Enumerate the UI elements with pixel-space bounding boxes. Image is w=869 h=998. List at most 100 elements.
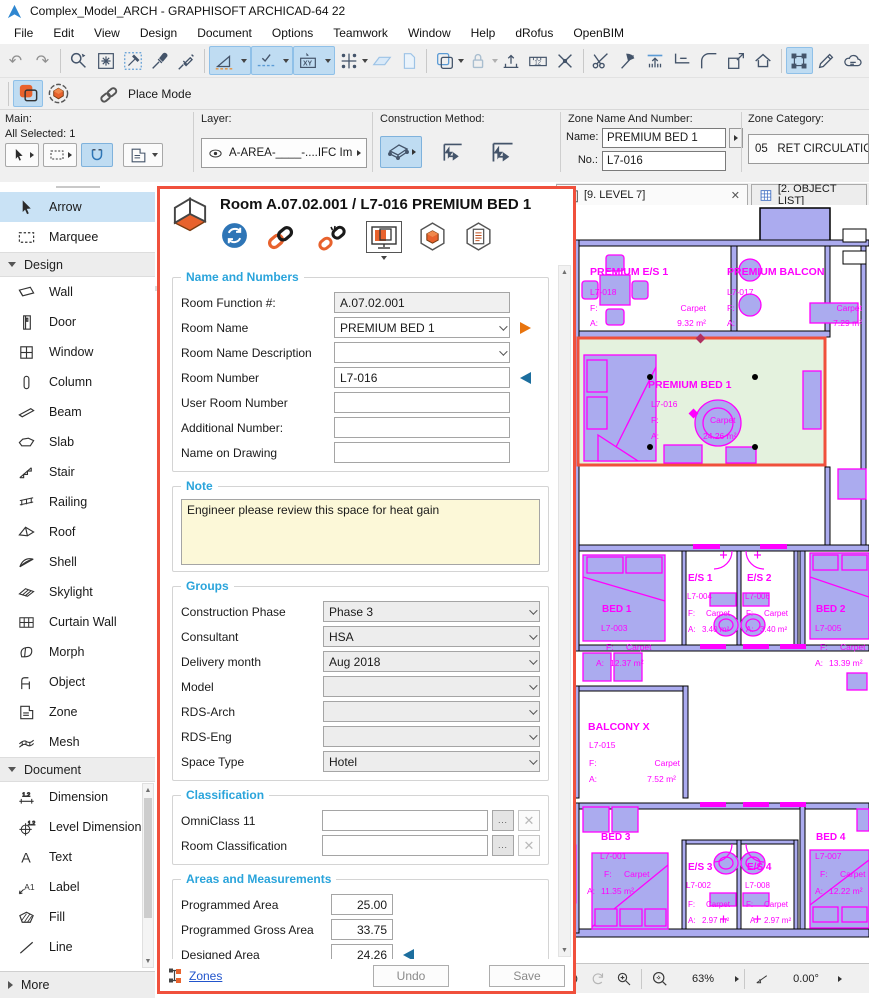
coordinate-input-icon[interactable] [294,47,321,74]
omniclass-clear-button[interactable]: ✕ [518,810,540,831]
tool-arrow[interactable]: Arrow [0,192,155,222]
activate-hotspot-icon[interactable] [92,47,119,74]
delivery-month-select[interactable]: Aug 2018 [323,651,540,672]
tool-beam[interactable]: Beam [0,397,155,427]
rds-eng-select[interactable] [323,726,540,747]
room-classification-clear-button[interactable]: ✕ [518,835,540,856]
zones-link[interactable]: Zones [189,969,222,983]
menu-file[interactable]: File [4,24,43,42]
orientation-button[interactable] [750,968,774,990]
name-on-drawing-input[interactable] [334,442,510,463]
menu-help[interactable]: Help [461,24,506,42]
offset-dropdown[interactable] [458,47,464,74]
drofus-object-mode-button[interactable] [43,80,73,107]
toolbox-grip[interactable] [56,186,100,188]
suspend-groups-icon[interactable] [465,47,492,74]
offset-icon[interactable] [431,47,458,74]
adjust-icon[interactable] [642,47,669,74]
intersect-icon[interactable] [669,47,696,74]
tab-object-list[interactable]: [2. OBJECT LIST] [751,184,867,205]
inject-parameters-icon[interactable] [173,47,200,74]
menu-design[interactable]: Design [130,24,187,42]
tool-fill[interactable]: Fill [0,902,155,932]
tool-label[interactable]: Label [0,872,155,902]
layer-visibility-eye-icon[interactable] [207,146,224,161]
toolbox-section-document[interactable]: Document [0,757,155,782]
zone-number-input[interactable]: L7-016 [602,151,726,171]
space-type-select[interactable]: Hotel [323,751,540,772]
guide-lines-toggle[interactable] [209,46,251,75]
scroll-down-icon[interactable]: ▼ [559,944,570,956]
marquee-tool-settings-button[interactable] [43,143,77,167]
tool-wall[interactable]: Wall [0,277,155,307]
measure-icon[interactable] [525,47,552,74]
teamwork-cloud-icon[interactable] [840,47,867,74]
zone-default-settings-button[interactable] [123,143,163,167]
menu-view[interactable]: View [84,24,130,42]
capture-view-button[interactable] [366,221,402,253]
arrow-tool-settings-button[interactable] [5,143,39,167]
construction-method-solid-button[interactable] [380,136,422,168]
tool-zone[interactable]: Zone [0,697,155,727]
room-name-combobox[interactable]: PREMIUM BED 1 [334,317,510,338]
omniclass-browse-button[interactable]: ... [492,810,514,831]
edit-elements-icon[interactable] [813,47,840,74]
item-hexagon-icon[interactable] [417,221,448,252]
zone-name-input[interactable]: PREMIUM BED 1 [602,128,726,148]
rds-arch-select[interactable] [323,701,540,722]
zone-category-selector[interactable]: 05 RET CIRCULATION [748,134,869,164]
tool-roof[interactable]: Roof [0,517,155,547]
floor-plan-canvas[interactable]: PREMIUM E/S 1 L7-018 F: Carpet A: 9.32 m… [556,205,869,963]
redo-button[interactable]: ↷ [29,47,56,74]
zoom-flyout-icon[interactable] [735,976,739,982]
room-number-input[interactable]: L7-016 [334,367,510,388]
pick-up-parameters-icon[interactable] [146,47,173,74]
editing-plane-icon[interactable] [368,47,395,74]
find-select-icon[interactable] [65,47,92,74]
edit-selection-set-icon[interactable] [119,47,146,74]
tool-column[interactable]: Column [0,367,155,397]
save-panel-button[interactable]: Save [489,965,565,987]
room-name-description-combobox[interactable] [334,342,510,363]
consultant-select[interactable]: HSA [323,626,540,647]
place-mode-chain-icon[interactable] [99,85,120,103]
report-hexagon-icon[interactable] [463,221,494,252]
tool-railing[interactable]: Railing [0,487,155,517]
menu-openbim[interactable]: OpenBIM [563,24,634,42]
close-icon[interactable]: ✕ [731,189,740,202]
undo-button[interactable]: ↶ [2,47,29,74]
dimension-stamp-icon[interactable] [498,47,525,74]
tool-slab[interactable]: Slab [0,427,155,457]
resize-icon[interactable] [723,47,750,74]
construction-method-ref-inner-button[interactable] [434,136,472,168]
view-forward-button[interactable] [586,968,610,990]
tab-level-7[interactable]: [9. LEVEL 7] ✕ [556,184,748,205]
tool-skylight[interactable]: Skylight [0,577,155,607]
fillet-chamfer-icon[interactable] [696,47,723,74]
tool-object[interactable]: Object [0,667,155,697]
sync-icon[interactable] [220,221,249,250]
scroll-down-icon[interactable]: ▼ [143,955,153,967]
guide-lines-icon[interactable] [210,47,237,74]
toolbox-scrollbar-thumb[interactable] [144,798,152,918]
link-room-icon[interactable] [264,221,300,251]
snap-references-toggle[interactable] [251,46,293,75]
stretch-icon[interactable] [552,47,579,74]
unlink-room-icon[interactable] [315,221,351,251]
tool-mesh[interactable]: Mesh [0,727,155,757]
construction-method-ref-outer-button[interactable] [484,136,522,168]
capture-view-dropdown-icon[interactable] [381,256,387,260]
toolbox-section-design[interactable]: Design [0,252,155,277]
magnet-toggle-button[interactable] [81,143,113,167]
note-textarea[interactable]: Engineer please review this space for he… [181,499,540,565]
toolbox-section-more[interactable]: More [0,971,155,998]
model-select[interactable] [323,676,540,697]
zoom-in-button[interactable] [612,968,636,990]
menu-teamwork[interactable]: Teamwork [323,24,398,42]
coordinate-input-toggle[interactable] [293,46,335,75]
tool-stair[interactable]: Stair [0,457,155,487]
scroll-up-icon[interactable]: ▲ [143,784,153,796]
additional-number-input[interactable] [334,417,510,438]
rotation-flyout-icon[interactable] [838,976,842,982]
snap-references-icon[interactable] [252,47,279,74]
